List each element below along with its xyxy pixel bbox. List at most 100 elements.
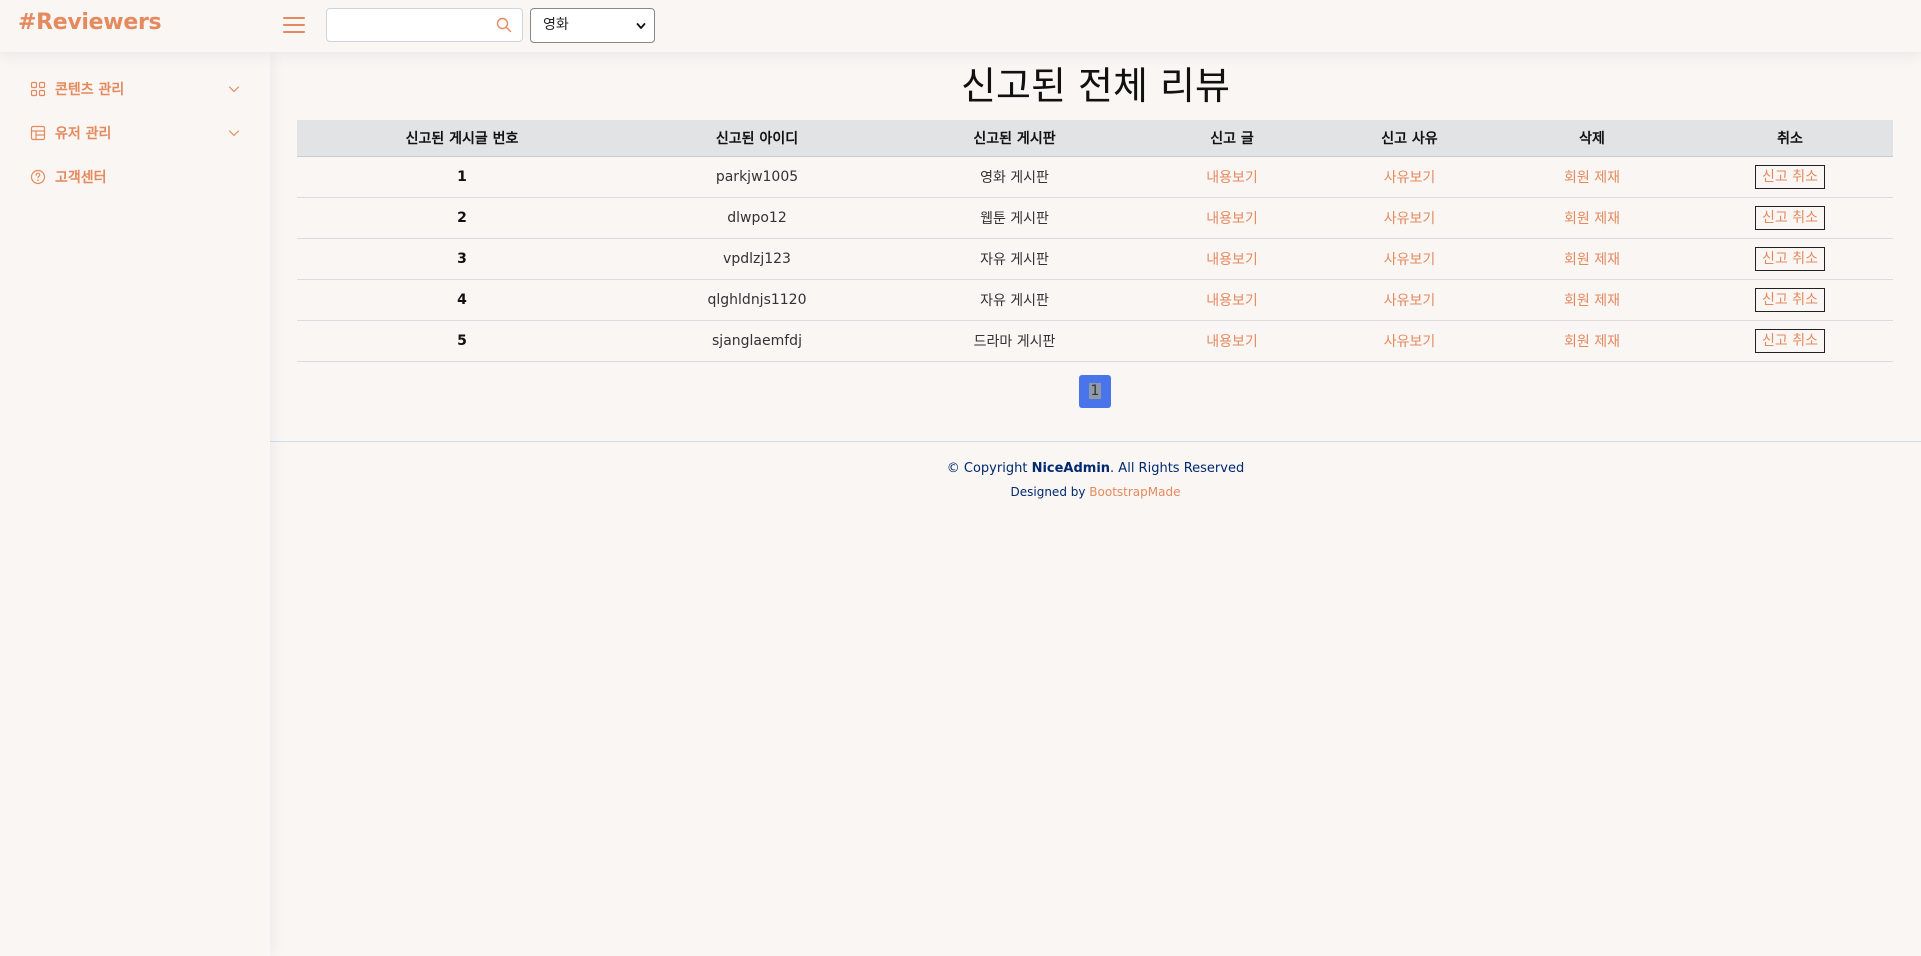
view-content-link[interactable]: 내용보기 [1206,334,1258,350]
view-reason-link[interactable]: 사유보기 [1384,211,1436,227]
cancel-report-button[interactable]: 신고 취소 [1755,205,1825,230]
view-content-link[interactable]: 내용보기 [1206,252,1258,268]
search-box [326,8,523,42]
sidebar-item-content-management[interactable]: 콘텐츠 관리 [30,77,240,101]
column-header-post-number: 신고된 게시글 번호 [297,120,627,157]
column-header-delete: 삭제 [1497,120,1687,157]
cell-delete: 회원 제재 [1497,320,1687,362]
copyright-suffix: . All Rights Reserved [1110,461,1245,476]
cell-user-id: sjanglaemfdj [627,320,887,362]
sidebar-item-customer-center[interactable]: 고객센터 [30,165,240,189]
cell-post-number: 2 [297,197,627,239]
page-button-current[interactable]: 1 [1079,375,1111,408]
main-content: 신고된 전체 리뷰 신고된 게시글 번호 신고된 아이디 신고된 게시판 신고 … [270,52,1921,956]
page-number: 1 [1088,383,1102,399]
table-row: 2 dlwpo12 웹툰 게시판 내용보기 사유보기 회원 제재 신고 취소 [297,197,1893,239]
view-content-link[interactable]: 내용보기 [1206,211,1258,227]
sanction-member-link[interactable]: 회원 제재 [1564,334,1620,350]
cell-cancel: 신고 취소 [1687,156,1893,198]
view-content-link[interactable]: 내용보기 [1206,293,1258,309]
cell-board: 웹툰 게시판 [887,197,1142,239]
cell-cancel: 신고 취소 [1687,279,1893,321]
cell-post-number: 4 [297,279,627,321]
view-reason-link[interactable]: 사유보기 [1384,334,1436,350]
sanction-member-link[interactable]: 회원 제재 [1564,211,1620,227]
menu-toggle-icon[interactable] [283,15,305,35]
cell-delete: 회원 제재 [1497,156,1687,198]
chevron-down-icon [228,86,240,93]
sidebar-item-label: 유저 관리 [55,126,112,142]
app-logo[interactable]: #Reviewers [18,10,162,35]
top-header: #Reviewers 영화 [0,0,1921,52]
chevron-down-icon [228,130,240,137]
view-content-link[interactable]: 내용보기 [1206,170,1258,186]
sanction-member-link[interactable]: 회원 제재 [1564,293,1620,309]
cell-cancel: 신고 취소 [1687,197,1893,239]
table-row: 3 vpdlzj123 자유 게시판 내용보기 사유보기 회원 제재 신고 취소 [297,238,1893,280]
search-input[interactable] [327,9,487,41]
table-row: 5 sjanglaemfdj 드라마 게시판 내용보기 사유보기 회원 제재 신… [297,320,1893,362]
table-header-row: 신고된 게시글 번호 신고된 아이디 신고된 게시판 신고 글 신고 사유 삭제… [297,120,1893,157]
cell-user-id: dlwpo12 [627,197,887,239]
cell-post-number: 1 [297,156,627,198]
column-header-content: 신고 글 [1142,120,1322,157]
search-icon[interactable] [496,17,512,33]
cell-post-number: 5 [297,320,627,362]
cell-content: 내용보기 [1142,320,1322,362]
cell-board: 자유 게시판 [887,279,1142,321]
cell-cancel: 신고 취소 [1687,320,1893,362]
cell-reason: 사유보기 [1322,238,1497,280]
cancel-report-button[interactable]: 신고 취소 [1755,287,1825,312]
view-reason-link[interactable]: 사유보기 [1384,293,1436,309]
sidebar-item-label: 고객센터 [55,170,107,186]
cell-delete: 회원 제재 [1497,279,1687,321]
category-select[interactable]: 영화 [530,8,655,43]
credits-text: Designed by BootstrapMade [270,484,1921,500]
sanction-member-link[interactable]: 회원 제재 [1564,170,1620,186]
footer: © Copyright NiceAdmin. All Rights Reserv… [270,441,1921,500]
cell-cancel: 신고 취소 [1687,238,1893,280]
bootstrapmade-link[interactable]: BootstrapMade [1089,485,1180,499]
question-circle-icon [30,169,46,185]
cell-user-id: qlghldnjs1120 [627,279,887,321]
cell-reason: 사유보기 [1322,197,1497,239]
cell-post-number: 3 [297,238,627,280]
table-row: 4 qlghldnjs1120 자유 게시판 내용보기 사유보기 회원 제재 신… [297,279,1893,321]
view-reason-link[interactable]: 사유보기 [1384,170,1436,186]
sidebar-item-label: 콘텐츠 관리 [55,82,125,98]
page-title: 신고된 전체 리뷰 [961,64,1230,108]
table-row: 1 parkjw1005 영화 게시판 내용보기 사유보기 회원 제재 신고 취… [297,156,1893,198]
copyright-text: © Copyright NiceAdmin. All Rights Reserv… [270,460,1921,478]
chevron-down-icon [636,23,646,29]
cell-delete: 회원 제재 [1497,197,1687,239]
cancel-report-button[interactable]: 신고 취소 [1755,164,1825,189]
category-select-value: 영화 [543,17,569,33]
grid-icon [30,81,46,97]
cell-content: 내용보기 [1142,238,1322,280]
reports-table-wrapper: 신고된 게시글 번호 신고된 아이디 신고된 게시판 신고 글 신고 사유 삭제… [297,120,1893,362]
column-header-reason: 신고 사유 [1322,120,1497,157]
cell-delete: 회원 제재 [1497,238,1687,280]
cell-reason: 사유보기 [1322,320,1497,362]
column-header-cancel: 취소 [1687,120,1893,157]
cell-reason: 사유보기 [1322,279,1497,321]
sidebar: 콘텐츠 관리 유저 관리 고객센터 [0,52,270,956]
column-header-board: 신고된 게시판 [887,120,1142,157]
copyright-brand: NiceAdmin [1031,461,1111,476]
pagination: 1 [1079,375,1111,408]
sanction-member-link[interactable]: 회원 제재 [1564,252,1620,268]
cell-content: 내용보기 [1142,197,1322,239]
view-reason-link[interactable]: 사유보기 [1384,252,1436,268]
copyright-prefix: © Copyright [946,461,1032,476]
cell-user-id: vpdlzj123 [627,238,887,280]
cell-content: 내용보기 [1142,279,1322,321]
sidebar-item-user-management[interactable]: 유저 관리 [30,121,240,145]
reports-table: 신고된 게시글 번호 신고된 아이디 신고된 게시판 신고 글 신고 사유 삭제… [297,120,1893,362]
cell-board: 드라마 게시판 [887,320,1142,362]
cancel-report-button[interactable]: 신고 취소 [1755,328,1825,353]
cell-board: 자유 게시판 [887,238,1142,280]
credits-prefix: Designed by [1010,485,1090,499]
cell-board: 영화 게시판 [887,156,1142,198]
cancel-report-button[interactable]: 신고 취소 [1755,246,1825,271]
cell-content: 내용보기 [1142,156,1322,198]
